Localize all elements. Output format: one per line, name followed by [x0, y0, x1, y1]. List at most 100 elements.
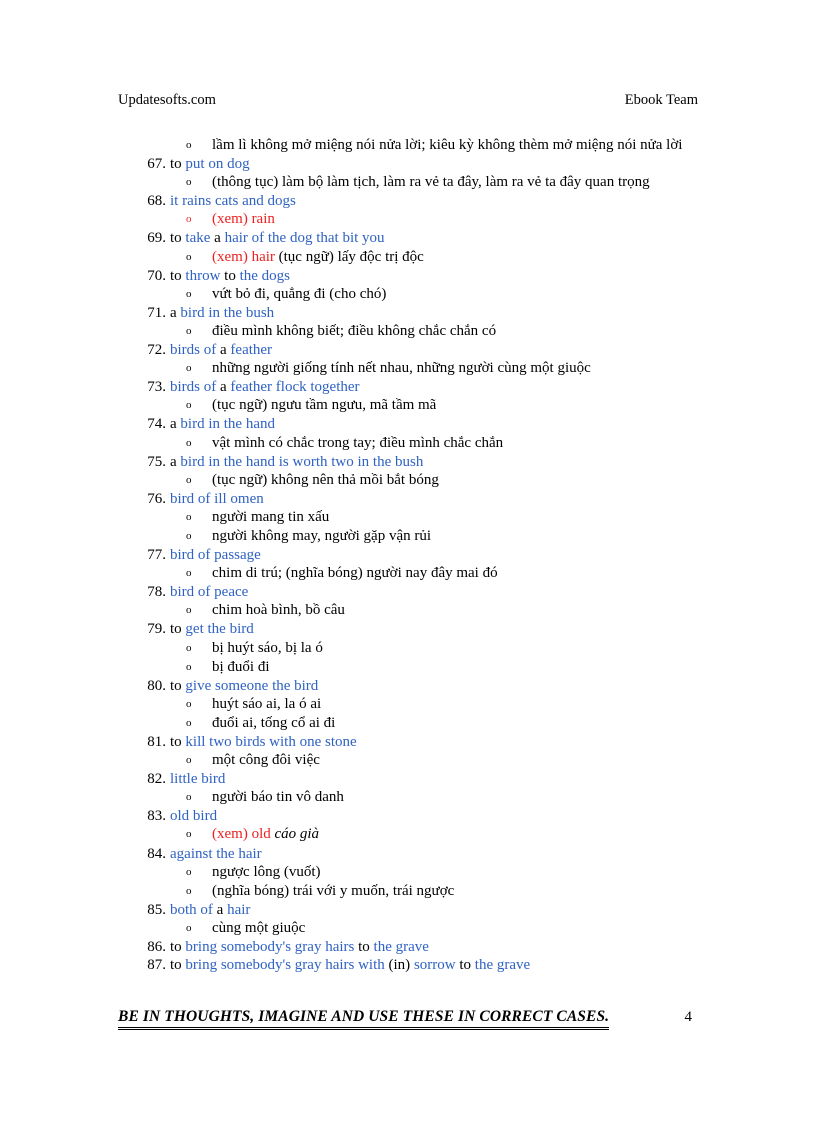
text-segment: the grave [373, 939, 429, 956]
definition-text: lầm lì không mở miệng nói nửa lời; kiêu … [212, 136, 712, 154]
circle-bullet-icon: o [186, 473, 192, 486]
circle-bullet-icon: o [186, 139, 192, 151]
definition-line: o những người giống tính nết nhau, những … [0, 359, 816, 378]
entry-number: 77. [147, 547, 166, 564]
idiom-phrase: to take a hair of the dog that bit you [170, 229, 816, 247]
definition-text: chim hoà bình, bồ câu [212, 601, 712, 619]
idiom-entry: 69. to take a hair of the dog that bit yo… [0, 229, 816, 266]
text-segment: bird of ill omen [170, 490, 264, 507]
definition-line: o bị đuổi đi [0, 658, 816, 677]
definition-line: o (tục ngữ) ngưu tầm ngưu, mã tầm mã [0, 396, 816, 415]
definition-line: o (xem) old cáo già [0, 825, 816, 844]
text-segment: người mang tin xấu [212, 508, 330, 525]
text-segment: cùng một giuộc [212, 919, 306, 936]
text-segment: both of [170, 901, 213, 918]
entry-number: 78. [147, 584, 166, 601]
entry-number: 73. [147, 379, 166, 396]
circle-bullet-icon: o [186, 436, 192, 449]
text-segment: huýt sáo ai, la ó ai [212, 695, 322, 712]
idiom-entry: 67. to put on dog o (thông tục) làm bộ làm … [0, 155, 816, 192]
idiom-headline: 71. a bird in the bush [0, 304, 816, 322]
circle-bullet-icon: o [186, 660, 192, 673]
definition-text: những người giống tính nết nhau, những n… [212, 359, 712, 377]
text-segment: feather flock together [230, 379, 360, 396]
entry-number: 84. [147, 845, 166, 862]
idiom-entry: 75. a bird in the hand is worth two in th… [0, 453, 816, 490]
page-running-footer: BE IN THOUGHTS, IMAGINE AND USE THESE IN… [118, 1008, 698, 1030]
circle-bullet-icon: o [186, 791, 192, 804]
text-segment: bird in the hand [180, 416, 275, 433]
entry-number: 76. [147, 490, 166, 507]
document-page: Updatesofts.com Ebook Team o lầm lì không… [0, 0, 816, 1123]
idiom-phrase: both of a hair [170, 901, 816, 919]
idiom-entry: 77. bird of passage o chim di trú; (nghĩa b… [0, 546, 816, 583]
text-segment: cáo già [270, 826, 320, 843]
entry-number: 87. [147, 957, 166, 974]
text-segment: to [220, 267, 240, 284]
circle-bullet-icon: o [186, 884, 192, 897]
definition-line: o lầm lì không mở miệng nói nửa lời; kiêu… [0, 136, 816, 155]
entry-number: 81. [147, 734, 166, 750]
entry-number: 69. [147, 230, 166, 247]
idiom-entry: 87. to bring somebody's gray hairs with (… [0, 956, 816, 974]
idiom-phrase: bird of passage [170, 546, 816, 564]
idiom-headline: 77. bird of passage [0, 546, 816, 564]
definition-line: o (xem) hair (tục ngữ) lấy độc trị độc [0, 248, 816, 267]
text-segment: to [354, 939, 374, 956]
idiom-phrase: against the hair [170, 845, 816, 863]
idiom-headline: 86. to bring somebody's gray hairs to the… [0, 938, 816, 956]
idiom-phrase: a bird in the hand is worth two in the b… [170, 453, 816, 471]
text-segment: bird in the bush [180, 304, 275, 321]
circle-bullet-icon: o [186, 250, 192, 263]
text-segment: (tục ngữ) lấy độc trị độc [274, 248, 424, 265]
entry-number: 79. [147, 621, 166, 638]
idiom-entry-list: o lầm lì không mở miệng nói nửa lời; kiêu… [0, 136, 816, 974]
definition-text: vật mình có chắc trong tay; điều mình ch… [212, 434, 712, 452]
idiom-entry: 85. both of a hair o cùng một giuộc [0, 901, 816, 938]
text-segment: sorrow [413, 957, 456, 974]
definition-text: điều mình không biết; điều không chắc ch… [212, 322, 712, 340]
text-segment: vứt bỏ đi, quẳng đi (cho chó) [212, 285, 387, 302]
definition-text: ngược lông (vuốt) [212, 863, 712, 881]
circle-bullet-icon: o [186, 921, 192, 934]
entry-number: 71. [147, 304, 166, 321]
text-segment: bị đuổi đi [212, 658, 270, 675]
text-segment: the grave [474, 957, 531, 974]
text-segment: bird of peace [170, 584, 249, 601]
idiom-headline: 73. birds of a feather flock together [0, 378, 816, 396]
text-segment: to [170, 677, 186, 694]
idiom-headline: 78. bird of peace [0, 583, 816, 601]
text-segment: (xem) hair [212, 248, 275, 265]
idiom-phrase: to kill two birds with one stone [170, 733, 816, 751]
circle-bullet-icon: o [186, 567, 192, 580]
definition-line: o bị huýt sáo, bị la ó [0, 639, 816, 658]
text-segment: điều mình không biết; điều không chắc ch… [212, 322, 497, 339]
header-left-text: Updatesofts.com [118, 92, 216, 108]
text-segment: bring somebody's gray hairs with [185, 957, 385, 974]
idiom-phrase: to get the bird [170, 620, 816, 638]
idiom-entry: 74. a bird in the hand o vật mình có chắc t… [0, 415, 816, 452]
definition-text: (xem) old cáo già [212, 825, 712, 843]
idiom-entry: 86. to bring somebody's gray hairs to the… [0, 938, 816, 956]
definition-line: o huýt sáo ai, la ó ai [0, 695, 816, 714]
idiom-phrase: a bird in the hand [170, 415, 816, 433]
definition-line: o (tục ngữ) không nên thả mồi bắt bóng [0, 471, 816, 490]
idiom-phrase: bird of peace [170, 583, 816, 601]
header-right-text: Ebook Team [624, 92, 698, 108]
text-segment: a [216, 342, 231, 359]
entry-number: 68. [147, 193, 166, 210]
idiom-phrase: to bring somebody's gray hairs with (in)… [170, 956, 816, 974]
idiom-headline: 79. to get the bird [0, 620, 816, 638]
definition-line: o điều mình không biết; điều không chắc c… [0, 322, 816, 341]
idiom-headline: 68. it rains cats and dogs [0, 192, 816, 210]
idiom-headline: 82. little bird [0, 770, 816, 788]
idiom-headline: 84. against the hair [0, 845, 816, 863]
idiom-phrase: to put on dog [170, 155, 816, 173]
idiom-entry: 73. birds of a feather flock together o (tụ… [0, 378, 816, 415]
text-segment: kill two birds with one stone [185, 734, 357, 750]
idiom-phrase: to give someone the bird [170, 677, 816, 695]
definition-text: (tục ngữ) không nên thả mồi bắt bóng [212, 471, 712, 489]
text-segment: against the hair [170, 845, 262, 862]
circle-bullet-icon: o [186, 865, 192, 878]
circle-bullet-icon: o [186, 324, 192, 337]
